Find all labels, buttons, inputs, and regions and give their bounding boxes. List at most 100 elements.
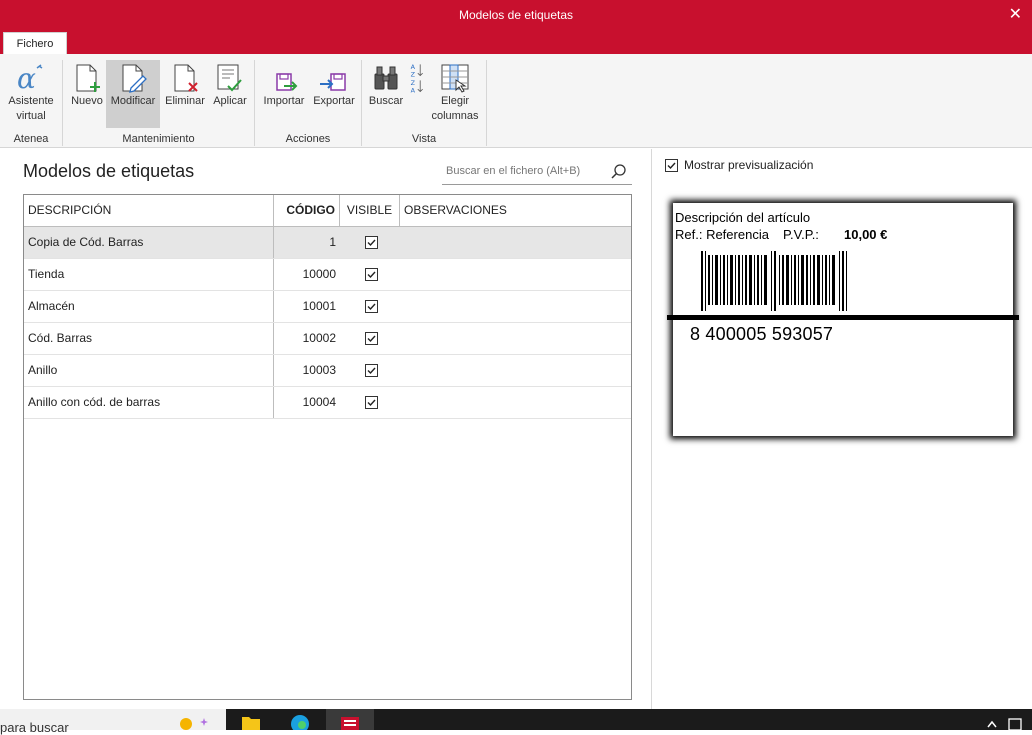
nuevo-button[interactable]: Nuevo — [67, 60, 107, 128]
importar-button[interactable]: Importar — [259, 60, 309, 128]
visible-checkbox[interactable] — [365, 332, 378, 345]
elegir-label-1: Elegir — [440, 95, 470, 107]
preview-panel: Mostrar previsualización Descripción del… — [653, 149, 1032, 709]
cell-descripcion: Anillo — [24, 355, 274, 386]
table-header: DESCRIPCIÓN CÓDIGO VISIBLE OBSERVACIONES — [24, 195, 631, 227]
search-box — [442, 159, 632, 185]
group-mantenimiento: Nuevo Modificar Eliminar Aplicar Manteni… — [63, 54, 254, 148]
cell-descripcion: Cód. Barras — [24, 323, 274, 354]
label-preview: Descripción del artículo Ref.: Referenci… — [667, 203, 1019, 436]
cell-descripcion: Almacén — [24, 291, 274, 322]
page-title: Modelos de etiquetas — [23, 161, 195, 181]
visible-checkbox[interactable] — [365, 364, 378, 377]
preview-checkbox[interactable] — [665, 159, 678, 172]
apply-checklist-icon — [217, 64, 242, 92]
taskbar-search[interactable]: para buscar — [0, 709, 226, 735]
import-icon — [276, 73, 298, 91]
chevron-up-icon[interactable] — [986, 719, 998, 729]
cell-codigo: 10004 — [302, 395, 336, 409]
cell-descripcion: Anillo con cód. de barras — [24, 387, 274, 418]
cell-visible — [340, 227, 400, 258]
elegir-label-2: columnas — [431, 110, 479, 122]
taskbar-active-app[interactable] — [326, 709, 374, 730]
aplicar-button[interactable]: Aplicar — [208, 60, 252, 128]
cell-visible — [340, 291, 400, 322]
title-bar: Modelos de etiquetas ✕ — [0, 0, 1032, 30]
monitor-icon[interactable] — [1008, 718, 1022, 730]
cell-observaciones — [400, 323, 631, 354]
cell-codigo: 10000 — [302, 267, 336, 281]
new-document-icon — [76, 64, 100, 92]
table-row[interactable]: Cód. Barras 10002 — [24, 323, 631, 355]
cell-observaciones — [400, 291, 631, 322]
visible-checkbox[interactable] — [365, 268, 378, 281]
search-icon[interactable] — [610, 163, 628, 181]
sort-az-icon: A Z Z A — [411, 63, 423, 94]
file-explorer-icon[interactable] — [241, 713, 261, 730]
cell-codigo: 10001 — [302, 299, 336, 313]
edge-browser-icon[interactable] — [290, 713, 310, 730]
sort-button[interactable]: A Z Z A — [406, 60, 428, 128]
cell-codigo: 1 — [329, 235, 336, 249]
label-divider — [667, 315, 1019, 320]
buscar-label: Buscar — [368, 95, 404, 107]
ribbon-tab-row: Fichero — [0, 30, 1032, 54]
cell-visible — [340, 259, 400, 290]
buscar-button[interactable]: Buscar — [366, 60, 406, 128]
close-icon[interactable]: ✕ — [1009, 4, 1022, 24]
label-description: Descripción del artículo — [675, 210, 811, 225]
cell-observaciones — [400, 259, 631, 290]
group-label-vista: Vista — [411, 133, 437, 145]
cell-visible — [340, 323, 400, 354]
label-reference: Ref.: Referencia — [675, 227, 769, 242]
modificar-label: Modificar — [110, 95, 156, 107]
cell-visible — [340, 387, 400, 418]
weather-widget-icon — [180, 718, 208, 730]
table-row[interactable]: Copia de Cód. Barras 1 — [24, 227, 631, 259]
export-icon — [320, 73, 346, 91]
table-row[interactable]: Anillo con cód. de barras 10004 — [24, 387, 631, 419]
cell-visible — [340, 355, 400, 386]
exportar-button[interactable]: Exportar — [309, 60, 359, 128]
exportar-label: Exportar — [313, 95, 355, 107]
column-header-codigo[interactable]: CÓDIGO — [274, 195, 340, 226]
cell-observaciones — [400, 387, 631, 418]
group-atenea: α Asistente virtual Atenea — [0, 54, 62, 148]
barcode-number: 8 400005 593057 — [690, 324, 834, 344]
group-label-mantenimiento: Mantenimiento — [122, 133, 195, 145]
taskbar: para buscar — [0, 709, 1032, 735]
table-row[interactable]: Tienda 10000 — [24, 259, 631, 291]
visible-checkbox[interactable] — [365, 396, 378, 409]
main-panel: Modelos de etiquetas DESCRIPCIÓN CÓDIGO … — [0, 149, 652, 709]
cell-codigo: 10002 — [302, 331, 336, 345]
visible-checkbox[interactable] — [365, 300, 378, 313]
alpha-icon: α — [17, 62, 43, 94]
column-header-observaciones[interactable]: OBSERVACIONES — [400, 195, 631, 226]
barcode-image — [701, 251, 847, 311]
column-header-visible[interactable]: VISIBLE — [340, 195, 400, 226]
svg-text:α: α — [17, 62, 36, 94]
asistente-label-2: virtual — [16, 110, 46, 122]
table-row[interactable]: Anillo 10003 — [24, 355, 631, 387]
cell-descripcion: Tienda — [24, 259, 274, 290]
asistente-label-1: Asistente — [8, 95, 54, 107]
tab-fichero[interactable]: Fichero — [3, 32, 67, 54]
choose-columns-icon — [441, 64, 469, 93]
search-input[interactable] — [446, 163, 606, 179]
cell-observaciones — [400, 227, 631, 258]
table-row[interactable]: Almacén 10001 — [24, 291, 631, 323]
visible-checkbox[interactable] — [365, 236, 378, 249]
preview-checkbox-label: Mostrar previsualización — [684, 158, 814, 172]
asistente-virtual-button[interactable]: α Asistente virtual — [4, 60, 58, 128]
group-vista: Buscar A Z Z A Elegir columnas Vista — [362, 54, 486, 148]
eliminar-button[interactable]: Eliminar — [162, 60, 208, 128]
labels-table: DESCRIPCIÓN CÓDIGO VISIBLE OBSERVACIONES… — [23, 194, 632, 700]
ribbon-separator — [486, 60, 487, 146]
column-header-descripcion[interactable]: DESCRIPCIÓN — [24, 195, 274, 226]
label-price: 10,00 € — [844, 227, 888, 242]
elegir-columnas-button[interactable]: Elegir columnas — [428, 60, 482, 128]
modificar-button[interactable]: Modificar — [106, 60, 160, 128]
svg-text:Z: Z — [411, 70, 416, 78]
edit-document-icon — [122, 64, 147, 93]
label-pvp: P.V.P.: — [783, 227, 819, 242]
